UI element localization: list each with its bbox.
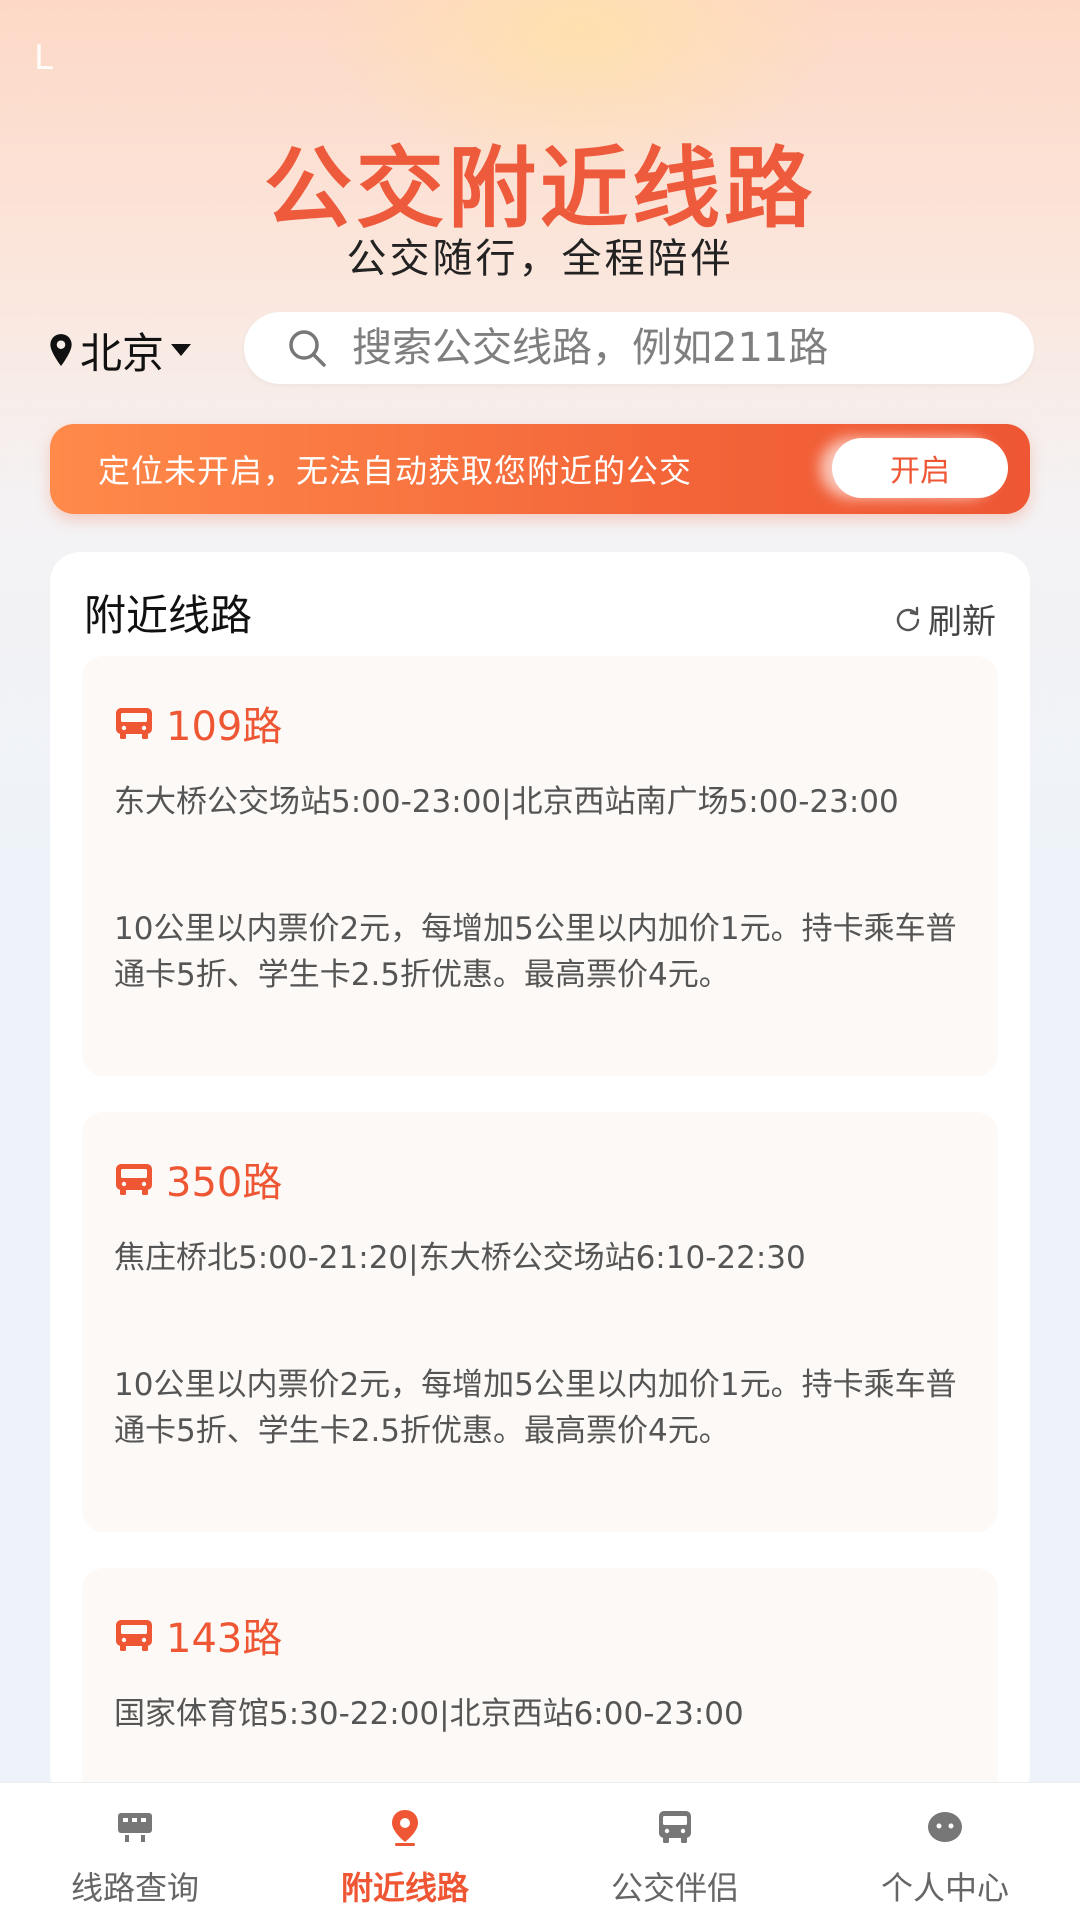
route-fare: 10公里以内票价2元，每增加5公里以内加价1元。持卡乘车普通卡5折、学生卡2.5… — [114, 911, 957, 993]
search-input[interactable] — [352, 325, 1012, 371]
location-disabled-banner: 定位未开启，无法自动获取您附近的公交 开启 — [50, 424, 1030, 514]
tab-bus-companion[interactable]: 公交伴侣 — [540, 1783, 810, 1921]
location-pin-icon — [50, 334, 72, 366]
refresh-label: 刷新 — [928, 602, 996, 642]
search-icon — [289, 330, 326, 367]
route-fare: 10公里以内票价2元，每增加5公里以内加价1元。持卡乘车普通卡5折、学生卡2.5… — [114, 1367, 957, 1449]
tab-nearby-routes[interactable]: 附近线路 — [270, 1783, 540, 1921]
page-subtitle: 公交随行，全程陪伴 — [346, 236, 734, 282]
route-times: 焦庄桥北5:00-21:20|东大桥公交场站6:10-22:30 — [114, 1240, 806, 1276]
status-bar-mark: L — [34, 38, 53, 78]
tab-label: 公交伴侣 — [610, 1869, 739, 1907]
bus-icon — [116, 708, 152, 739]
tab-label: 线路查询 — [70, 1869, 199, 1907]
search-bar[interactable] — [244, 312, 1034, 384]
route-name: 350路 — [166, 1160, 283, 1206]
enable-location-button[interactable]: 开启 — [832, 438, 1008, 498]
route-times: 东大桥公交场站5:00-23:00|北京西站南广场5:00-23:00 — [114, 784, 899, 820]
route-card[interactable]: 350路 焦庄桥北5:00-21:20|东大桥公交场站6:10-22:30 10… — [82, 1112, 998, 1532]
banner-text: 定位未开启，无法自动获取您附近的公交 — [98, 452, 693, 490]
route-name: 143路 — [166, 1616, 283, 1662]
location-pin-icon — [392, 1810, 418, 1846]
search-row: 北京 — [0, 312, 1080, 384]
tab-label: 附近线路 — [340, 1869, 469, 1907]
nearby-routes-panel: 附近线路 刷新 109路 东大桥公交场站5:00-23:00|北京西站南广场5:… — [50, 552, 1030, 1828]
route-board-icon — [118, 1813, 152, 1842]
route-card[interactable]: 109路 东大桥公交场站5:00-23:00|北京西站南广场5:00-23:00… — [82, 656, 998, 1076]
user-face-icon — [928, 1812, 962, 1842]
refresh-icon — [896, 606, 920, 631]
bottom-tab-bar: 线路查询 附近线路 公交伴侣 个人中心 — [0, 1782, 1080, 1921]
refresh-button[interactable]: 刷新 — [894, 594, 996, 643]
route-header: 109路 — [114, 694, 282, 752]
city-name: 北京 — [80, 328, 165, 378]
route-times: 国家体育馆5:30-22:00|北京西站6:00-23:00 — [114, 1696, 744, 1732]
route-header: 143路 — [114, 1606, 282, 1664]
bus-icon — [659, 1811, 691, 1843]
tab-label: 个人中心 — [880, 1869, 1009, 1907]
bus-icon — [116, 1620, 152, 1651]
section-title: 附近线路 — [84, 591, 253, 640]
bus-icon — [116, 1164, 152, 1195]
route-name: 109路 — [166, 704, 283, 750]
tab-route-query[interactable]: 线路查询 — [0, 1783, 270, 1921]
caret-down-icon — [171, 344, 192, 356]
route-header: 350路 — [114, 1150, 282, 1208]
tab-profile[interactable]: 个人中心 — [810, 1783, 1080, 1921]
city-selector[interactable]: 北京 — [48, 324, 192, 378]
